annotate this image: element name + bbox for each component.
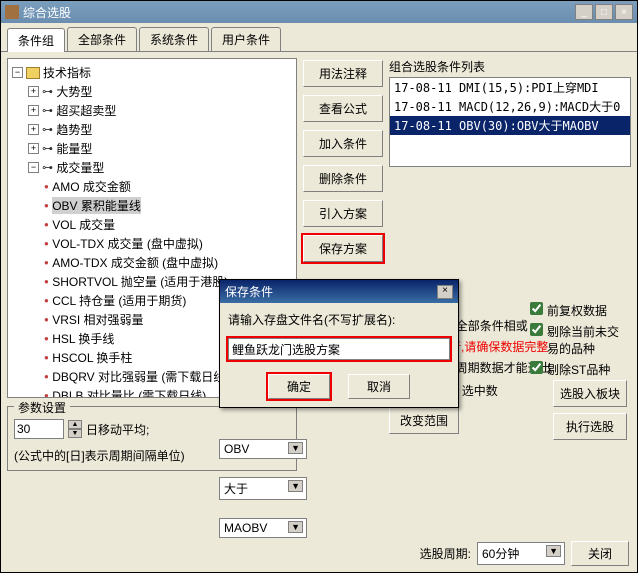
condition-list-title: 组合选股条件列表 (389, 58, 631, 75)
dialog-cancel-button[interactable]: 取消 (348, 374, 410, 399)
value-select[interactable]: MAOBV (219, 518, 307, 538)
list-item[interactable]: 17-08-11 MACD(12,26,9):MACD大于0 (390, 97, 630, 116)
bullet-icon: ● (44, 182, 49, 191)
bullet-icon: ● (44, 334, 49, 343)
save-dialog: 保存条件 × 请输入存盘文件名(不写扩展名): 确定 取消 (219, 279, 459, 408)
folder-icon (26, 67, 40, 79)
usage-button[interactable]: 用法注释 (303, 60, 383, 87)
tab-system-conditions[interactable]: 系统条件 (139, 27, 209, 51)
tab-all-conditions[interactable]: 全部条件 (67, 27, 137, 51)
tree-item-label[interactable]: DBQRV 对比强弱量 (需下载日线) (52, 368, 229, 385)
tree-item-label[interactable]: VOL 成交量 (52, 216, 115, 233)
param-spinner[interactable]: ▲ ▼ (68, 420, 82, 438)
link-icon: ⊶ (42, 161, 53, 174)
window-title: 综合选股 (23, 4, 575, 21)
link-icon: ⊶ (42, 123, 53, 136)
tree-group-label[interactable]: 大势型 (56, 83, 92, 100)
tree-expand-icon[interactable]: + (28, 86, 39, 97)
tree-item-label[interactable]: CCL 持仓量 (适用于期货) (52, 292, 186, 309)
minimize-button[interactable]: _ (575, 4, 593, 20)
bullet-icon: ● (44, 201, 49, 210)
tree-item-label[interactable]: HSCOL 换手柱 (52, 349, 132, 366)
check-exclude-nontrading[interactable]: 剔除当前未交易的品种 (530, 323, 627, 357)
bullet-icon: ● (44, 315, 49, 324)
check-forward-adjust[interactable]: 前复权数据 (530, 302, 627, 319)
tab-bar: 条件组 全部条件 系统条件 用户条件 (1, 23, 637, 52)
tree-group-label[interactable]: 超买超卖型 (56, 102, 116, 119)
bullet-icon: ● (44, 353, 49, 362)
bullet-icon: ● (44, 277, 49, 286)
param-label: 日移动平均; (86, 421, 149, 438)
link-icon: ⊶ (42, 104, 53, 117)
check-exclude-st[interactable]: 剔除ST品种 (530, 361, 627, 378)
tree-item-label[interactable]: AMO-TDX 成交金额 (盘中虚拟) (52, 254, 218, 271)
change-range-button[interactable]: 改变范围 (389, 407, 459, 434)
tree-item-label[interactable]: VOL-TDX 成交量 (盘中虚拟) (52, 235, 203, 252)
param-title: 参数设置 (14, 399, 70, 416)
close-button-bottom[interactable]: 关闭 (571, 541, 629, 566)
dialog-filename-input[interactable] (228, 338, 450, 360)
tree-item-label[interactable]: OBV 累积能量线 (52, 197, 141, 214)
bullet-icon: ● (44, 239, 49, 248)
tree-collapse-icon[interactable]: − (12, 67, 23, 78)
tree-item-label[interactable]: VRSI 相对强弱量 (52, 311, 143, 328)
bullet-icon: ● (44, 220, 49, 229)
delete-condition-button[interactable]: 删除条件 (303, 165, 383, 192)
maximize-button[interactable]: □ (595, 4, 613, 20)
spin-up-icon[interactable]: ▲ (68, 420, 82, 429)
dialog-titlebar: 保存条件 × (220, 280, 458, 303)
dialog-close-button[interactable]: × (437, 285, 453, 299)
tree-collapse-icon[interactable]: − (28, 162, 39, 173)
condition-list[interactable]: 17-08-11 DMI(15,5):PDI上穿MDI 17-08-11 MAC… (389, 77, 631, 167)
add-condition-button[interactable]: 加入条件 (303, 130, 383, 157)
list-item[interactable]: 17-08-11 DMI(15,5):PDI上穿MDI (390, 78, 630, 97)
tree-root-label[interactable]: 技术指标 (43, 64, 91, 81)
bullet-icon: ● (44, 296, 49, 305)
titlebar: 综合选股 _ □ × (1, 1, 637, 23)
param-value-input[interactable] (14, 419, 64, 439)
select-to-block-button[interactable]: 选股入板块 (553, 380, 627, 407)
bullet-icon: ● (44, 372, 49, 381)
dialog-title: 保存条件 (225, 283, 437, 300)
close-button[interactable]: × (615, 4, 633, 20)
import-plan-button[interactable]: 引入方案 (303, 200, 383, 227)
tree-group-label[interactable]: 能量型 (56, 140, 92, 157)
cycle-label: 选股周期: (420, 545, 471, 562)
tree-expand-icon[interactable]: + (28, 143, 39, 154)
tab-condition-group[interactable]: 条件组 (7, 28, 65, 52)
field-select[interactable]: OBV (219, 439, 307, 459)
bullet-icon: ● (44, 258, 49, 267)
view-formula-button[interactable]: 查看公式 (303, 95, 383, 122)
tab-user-conditions[interactable]: 用户条件 (211, 27, 281, 51)
link-icon: ⊶ (42, 142, 53, 155)
selected-label: 选中数 (462, 382, 498, 399)
bullet-icon: ● (44, 391, 49, 398)
cycle-select[interactable]: 60分钟 (477, 542, 565, 565)
tree-item-label[interactable]: HSL 换手线 (52, 330, 114, 347)
execute-selection-button[interactable]: 执行选股 (553, 413, 627, 440)
app-icon (5, 5, 19, 19)
save-plan-button[interactable]: 保存方案 (303, 235, 383, 262)
tree-expand-icon[interactable]: + (28, 105, 39, 116)
tree-item-label[interactable]: SHORTVOL 抛空量 (适用于港股) (52, 273, 228, 290)
dialog-prompt: 请输入存盘文件名(不写扩展名): (228, 311, 450, 328)
tree-group-label[interactable]: 趋势型 (56, 121, 92, 138)
spin-down-icon[interactable]: ▼ (68, 429, 82, 438)
tree-expand-icon[interactable]: + (28, 124, 39, 135)
list-item[interactable]: 17-08-11 OBV(30):OBV大于MAOBV (390, 116, 630, 135)
tree-item-label[interactable]: AMO 成交金额 (52, 178, 131, 195)
operator-select[interactable]: 大于 (219, 477, 307, 500)
tree-group-label[interactable]: 成交量型 (56, 159, 104, 176)
dialog-ok-button[interactable]: 确定 (268, 374, 330, 399)
tree-item-label[interactable]: DBLB 对比量比 (需下载日线) (52, 387, 206, 398)
link-icon: ⊶ (42, 85, 53, 98)
